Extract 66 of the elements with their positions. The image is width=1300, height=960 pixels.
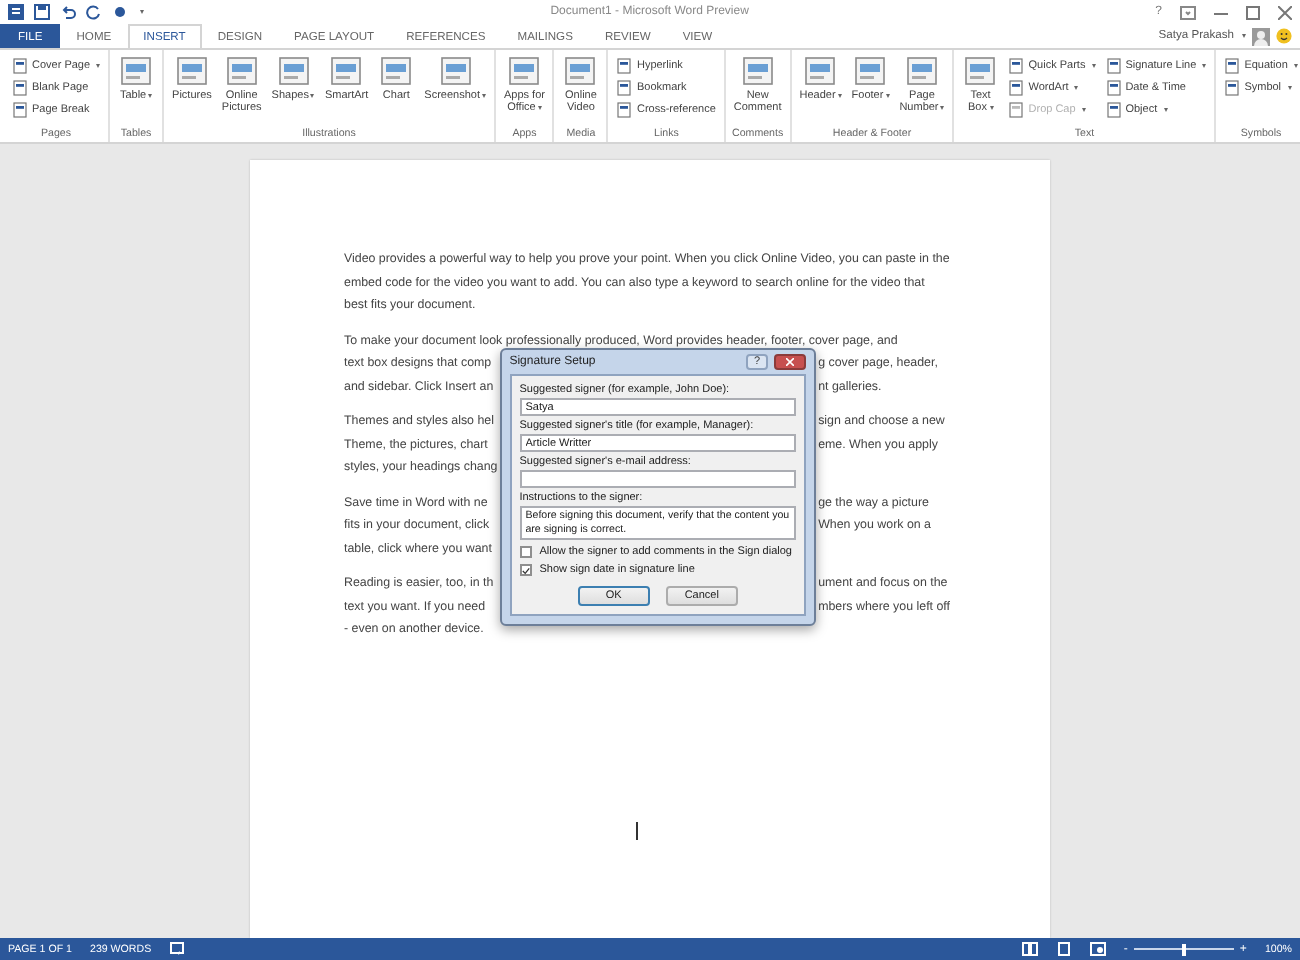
caret-icon: [1163, 108, 1168, 112]
caret-icon: [481, 93, 486, 98]
checkbox[interactable]: [519, 564, 532, 576]
command-icon: [275, 56, 312, 88]
caret-icon: [1091, 64, 1096, 68]
text-cursor-icon: [636, 821, 638, 839]
web-layout-icon[interactable]: [1089, 942, 1106, 956]
caret-icon: [940, 105, 945, 110]
close-button[interactable]: [774, 354, 807, 370]
save-icon[interactable]: [34, 4, 50, 20]
command-icon: [1105, 102, 1122, 118]
command-icon: [1224, 58, 1241, 74]
command-icon: [616, 80, 633, 96]
command-icon: [616, 102, 633, 118]
caret-icon: [537, 105, 542, 110]
input-field[interactable]: [519, 470, 797, 488]
command-icon: [1105, 58, 1122, 74]
caret-icon: [310, 93, 315, 98]
command-icon: [739, 56, 776, 88]
command-icon: [378, 56, 415, 88]
caret-icon: [1287, 86, 1292, 90]
command-icon: [506, 56, 543, 88]
smiley-icon[interactable]: [1276, 28, 1292, 44]
caret-icon: [837, 93, 842, 98]
caret-icon: [885, 93, 890, 98]
caret-icon: [148, 93, 153, 98]
command-icon: [328, 56, 365, 88]
caret-icon: [96, 64, 101, 68]
command-icon: [1105, 80, 1122, 96]
command-icon: [12, 58, 28, 74]
maximize-icon[interactable]: [1246, 5, 1260, 19]
command-icon: [962, 56, 999, 88]
checkbox[interactable]: [519, 546, 532, 558]
command-icon: [852, 56, 889, 88]
touch-mode-icon[interactable]: [112, 4, 128, 20]
close-icon[interactable]: [1278, 5, 1292, 19]
command-icon: [223, 56, 260, 88]
caret-icon: [1081, 108, 1086, 112]
zoom-thumb[interactable]: [1181, 943, 1186, 955]
caret-icon[interactable]: [1242, 34, 1246, 38]
caret-icon: [1202, 64, 1207, 68]
caret-icon: [989, 105, 993, 110]
read-mode-icon[interactable]: [1021, 942, 1038, 956]
ribbon-options-icon[interactable]: [1180, 5, 1196, 19]
command-icon: [1224, 80, 1241, 96]
command-icon: [12, 80, 28, 96]
close-icon: [786, 358, 795, 366]
command-icon: [562, 56, 599, 88]
command-icon: [1008, 58, 1025, 74]
command-icon: [802, 56, 839, 88]
command-icon: [903, 56, 940, 88]
command-icon: [616, 58, 633, 74]
proofing-icon[interactable]: [169, 942, 186, 956]
redo-icon[interactable]: [86, 4, 102, 20]
print-layout-icon[interactable]: [1055, 942, 1072, 956]
command-icon: [12, 102, 28, 118]
command-icon: [1008, 102, 1025, 118]
command-icon: [1008, 80, 1025, 96]
undo-icon[interactable]: [60, 4, 76, 20]
command-icon: [118, 56, 155, 88]
avatar-icon: [1252, 27, 1270, 45]
customize-caret-icon[interactable]: [140, 10, 144, 14]
caret-icon: [1074, 86, 1079, 90]
command-icon: [173, 56, 210, 88]
command-icon: [437, 56, 474, 88]
caret-icon: [1293, 64, 1298, 68]
